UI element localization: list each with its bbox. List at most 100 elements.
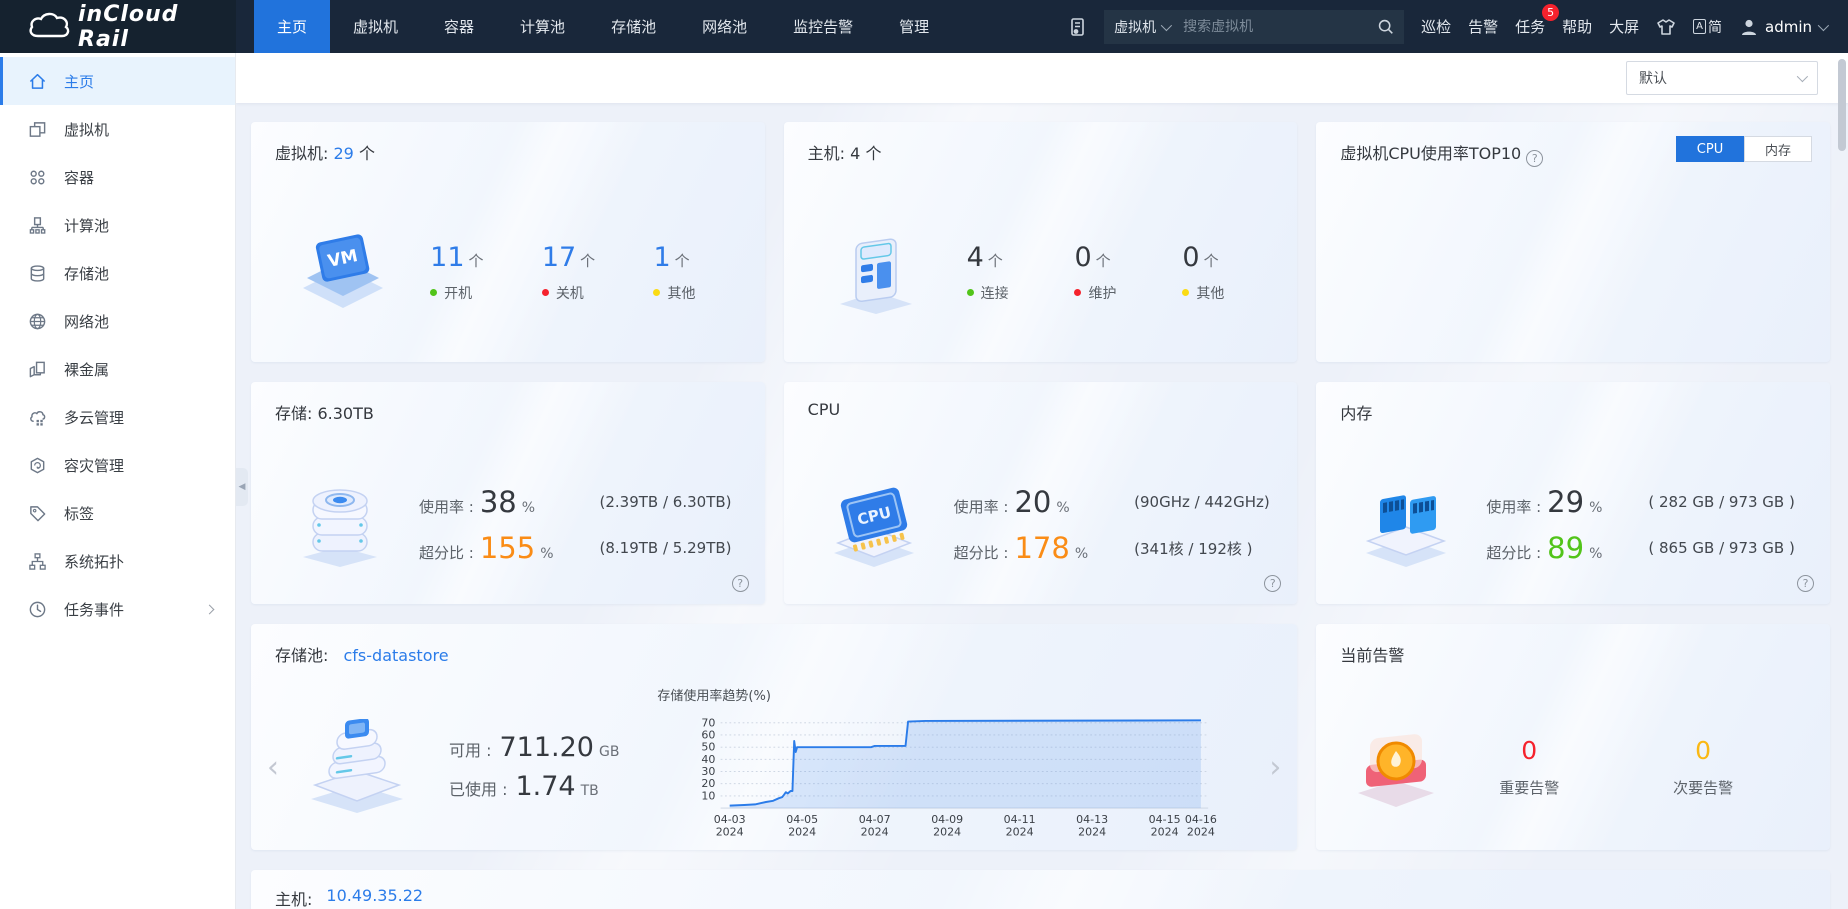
container-icon	[28, 168, 47, 187]
help-icon[interactable]: ?	[732, 575, 749, 592]
percent-sign: %	[1589, 546, 1602, 562]
major-alert-label: 重要告警	[1499, 777, 1559, 798]
sidebar-item-home[interactable]: 主页	[0, 57, 235, 105]
search-icon[interactable]	[1377, 18, 1394, 35]
percent-sign: %	[1589, 500, 1602, 516]
language-letter: A	[1693, 19, 1706, 34]
sidebar-item-task-events[interactable]: 任务事件	[0, 585, 235, 633]
sidebar-item-vm[interactable]: 虚拟机	[0, 105, 235, 153]
menu-vm[interactable]: 虚拟机	[330, 0, 421, 53]
overcommit-label: 超分比 :	[419, 542, 474, 563]
sidebar-item-disaster-recovery[interactable]: 容灾管理	[0, 441, 235, 489]
vm-summary-card: 虚拟机: 29 个 VM	[251, 122, 765, 362]
help-icon[interactable]: ?	[1526, 150, 1543, 167]
sidebar-item-compute-pool[interactable]: 计算池	[0, 201, 235, 249]
menu-storage-pool[interactable]: 存储池	[588, 0, 679, 53]
vm-other-count: 1	[653, 242, 670, 273]
menu-compute-pool[interactable]: 计算池	[497, 0, 588, 53]
percent-sign: %	[1056, 500, 1069, 516]
toggle-cpu-button[interactable]: CPU	[1676, 136, 1744, 162]
cpu-usage-value: 20	[1014, 485, 1051, 519]
help-link[interactable]: 帮助	[1562, 16, 1592, 37]
sidebar-item-container[interactable]: 容器	[0, 153, 235, 201]
storage-usage-table: 使用率 :38% (2.39TB / 6.30TB) 超分比 :155% (8.…	[419, 485, 732, 565]
cpu-card-body: CPU 使用率 :20% (90GHz / 442GHz) 超分比 :178% …	[784, 446, 1298, 604]
red-dot-icon	[542, 289, 549, 296]
help-icon[interactable]: ?	[1797, 575, 1814, 592]
report-icon[interactable]	[1067, 17, 1087, 37]
language-switch[interactable]: A 简	[1693, 17, 1722, 37]
sidebar-item-tags[interactable]: 标签	[0, 489, 235, 537]
sidebar-item-label: 容灾管理	[64, 455, 124, 476]
sidebar-item-topology[interactable]: 系统拓扑	[0, 537, 235, 585]
logo[interactable]: inCloud Rail	[0, 0, 236, 53]
storage-trend-plot: 1020304050607004-03202404-05202404-07202…	[657, 706, 1249, 838]
menu-container[interactable]: 容器	[421, 0, 497, 53]
host-stat-connected: 4个 连接	[967, 242, 1009, 303]
percent-sign: %	[540, 546, 553, 562]
overcommit-label: 超分比 :	[1486, 542, 1541, 563]
sidebar-item-storage-pool[interactable]: 存储池	[0, 249, 235, 297]
search-input[interactable]	[1183, 19, 1377, 35]
svg-text:04-09: 04-09	[932, 813, 964, 826]
user-menu[interactable]: admin	[1739, 17, 1826, 37]
carousel-prev-arrow[interactable]: ‹	[251, 750, 295, 785]
cpu-card-title: CPU	[808, 400, 841, 419]
minor-alert-label: 次要告警	[1673, 777, 1733, 798]
green-dot-icon	[430, 289, 437, 296]
current-alerts-card: 当前告警 0 重要告警	[1316, 624, 1830, 850]
host-summary-card: 主机: 4 个	[784, 122, 1298, 362]
pool-available-unit: GB	[599, 744, 619, 760]
host-connected-label: 连接	[981, 283, 1009, 303]
pool-used-value: 1.74	[515, 771, 575, 802]
toggle-memory-button[interactable]: 内存	[1744, 136, 1812, 162]
sidebar-item-multicloud[interactable]: 多云管理	[0, 393, 235, 441]
inspect-link[interactable]: 巡检	[1421, 16, 1451, 37]
scrollbar-thumb[interactable]	[1838, 59, 1846, 151]
sidebar-item-network-pool[interactable]: 网络池	[0, 297, 235, 345]
storage-usage-value: 38	[480, 485, 517, 519]
memory-illustration-icon	[1360, 481, 1452, 569]
sidebar-item-label: 任务事件	[64, 599, 124, 620]
storage-card-title: 存储: 6.30TB	[275, 400, 374, 424]
minor-alert-count: 0	[1673, 736, 1733, 765]
theme-skin-icon[interactable]	[1656, 17, 1676, 37]
sidebar-collapse-handle[interactable]: ◀	[236, 468, 248, 506]
svg-text:2024: 2024	[1187, 825, 1215, 838]
pool-name-link[interactable]: cfs-datastore	[344, 646, 449, 665]
memory-usage-table: 使用率 :29% ( 282 GB / 973 GB ) 超分比 :89% ( …	[1486, 485, 1795, 565]
view-select[interactable]: 默认	[1626, 61, 1818, 95]
vm-other-label: 其他	[667, 283, 695, 303]
network-pool-icon	[28, 312, 47, 331]
vm-count: 29	[334, 144, 354, 163]
cpu-usage-detail: (90GHz / 442GHz)	[1134, 493, 1270, 511]
svg-text:60: 60	[702, 728, 716, 741]
menu-monitor-alarm[interactable]: 监控告警	[770, 0, 876, 53]
alarm-link[interactable]: 告警	[1468, 16, 1498, 37]
memory-usage-card: 内存 使用率 :29% ( 282 GB	[1316, 382, 1830, 604]
host-detail-card: 主机: 10.49.35.22 物理CPU占用率 34.9% 物理内存占用率 5…	[251, 870, 1830, 909]
tag-icon	[28, 504, 47, 523]
vm-card-title: 虚拟机: 29 个	[275, 140, 375, 164]
storage-pool-icon	[28, 264, 47, 283]
major-alerts: 0 重要告警	[1499, 736, 1559, 798]
host-other-label: 其他	[1196, 283, 1224, 303]
host-ip-link[interactable]: 10.49.35.22	[326, 886, 423, 909]
svg-text:2024: 2024	[716, 825, 744, 838]
task-link[interactable]: 任务 5	[1515, 16, 1545, 37]
menu-home[interactable]: 主页	[254, 0, 330, 53]
hostrow-title-label: 主机:	[275, 886, 312, 909]
svg-text:40: 40	[702, 752, 716, 765]
pool-available-label: 可用 :	[449, 737, 491, 761]
storage-overcommit-detail: (8.19TB / 5.29TB)	[600, 539, 732, 557]
storage-usage-card: 存储: 6.30TB	[251, 382, 765, 604]
svg-text:04-05: 04-05	[787, 813, 819, 826]
carousel-next-arrow[interactable]: ›	[1253, 750, 1297, 785]
menu-admin[interactable]: 管理	[876, 0, 952, 53]
bigscreen-link[interactable]: 大屏	[1609, 16, 1639, 37]
sidebar-item-bare-metal[interactable]: 裸金属	[0, 345, 235, 393]
menu-network-pool[interactable]: 网络池	[679, 0, 770, 53]
user-icon	[1739, 17, 1759, 37]
search-category-select[interactable]: 虚拟机	[1114, 17, 1169, 37]
task-count-badge: 5	[1542, 4, 1559, 21]
